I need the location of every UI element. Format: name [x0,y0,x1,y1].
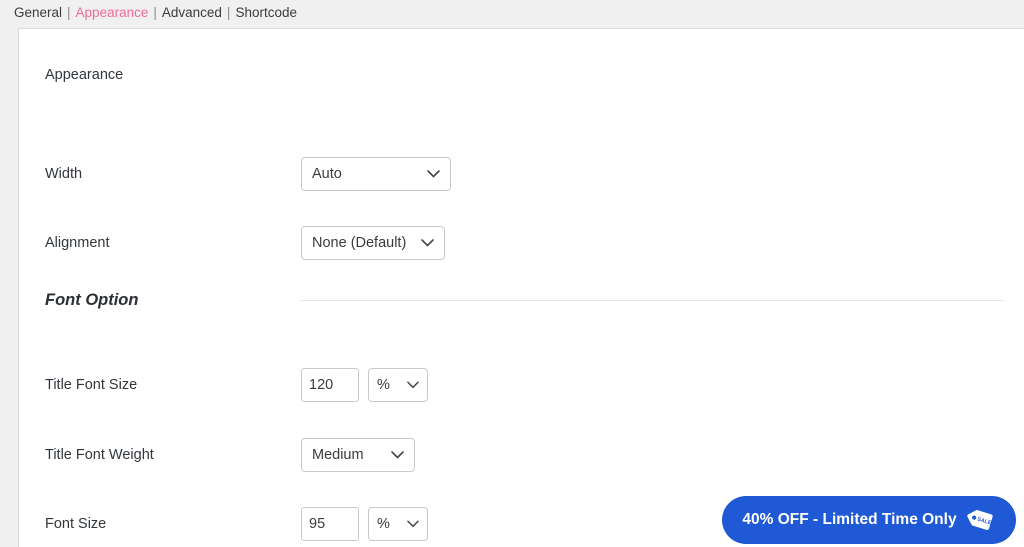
field-width: Auto [301,157,451,191]
form-row-title-font-size: Title Font Size % [45,368,1005,402]
chevron-down-icon [409,239,434,247]
tab-shortcode[interactable]: Shortcode [235,5,297,20]
form-row-title-font-weight: Title Font Weight Medium [45,438,1005,472]
font-size-unit-select[interactable]: % [368,507,428,541]
subsection-title: Font Option [45,291,139,309]
sale-tag-icon: SALE [963,501,1001,539]
tab-separator: | [153,4,157,20]
tab-bar: General | Appearance | Advanced | Shortc… [0,0,1024,24]
page-title: Appearance [45,67,124,83]
width-select[interactable]: Auto [301,157,451,191]
field-title-font-size: % [301,368,428,402]
label-alignment: Alignment [45,235,110,251]
alignment-select[interactable]: None (Default) [301,226,445,260]
title-font-weight-select[interactable]: Medium [301,438,415,472]
chevron-down-icon [379,451,404,459]
promo-badge[interactable]: 40% OFF - Limited Time Only SALE [722,496,1016,544]
form-row-width: Width Auto [45,157,1005,191]
settings-panel: Appearance Width Auto Alignment None (De… [18,28,1024,547]
tab-separator: | [226,4,231,20]
field-font-size: % [301,507,428,541]
tab-appearance[interactable]: Appearance [76,5,149,20]
tab-advanced[interactable]: Advanced [162,5,222,20]
tab-general[interactable]: General [14,5,62,20]
alignment-select-value: None (Default) [312,235,407,251]
field-alignment: None (Default) [301,226,445,260]
chevron-down-icon [399,520,419,528]
font-size-unit-value: % [377,516,390,532]
section-divider [301,300,1005,301]
width-select-value: Auto [312,166,342,182]
chevron-down-icon [399,381,419,389]
tab-separator: | [67,4,71,20]
font-size-input[interactable] [301,507,359,541]
label-title-font-size: Title Font Size [45,377,138,393]
title-font-size-unit-select[interactable]: % [368,368,428,402]
promo-badge-label: 40% OFF - Limited Time Only [742,511,957,528]
title-font-weight-value: Medium [312,447,364,463]
label-width: Width [45,166,83,182]
title-font-size-input[interactable] [301,368,359,402]
form-row-alignment: Alignment None (Default) [45,226,1005,260]
label-title-font-weight: Title Font Weight [45,447,154,463]
title-font-size-unit-value: % [377,377,390,393]
field-title-font-weight: Medium [301,438,415,472]
subsection-font-option: Font Option [45,291,1005,310]
label-font-size: Font Size [45,516,107,532]
chevron-down-icon [415,170,440,178]
